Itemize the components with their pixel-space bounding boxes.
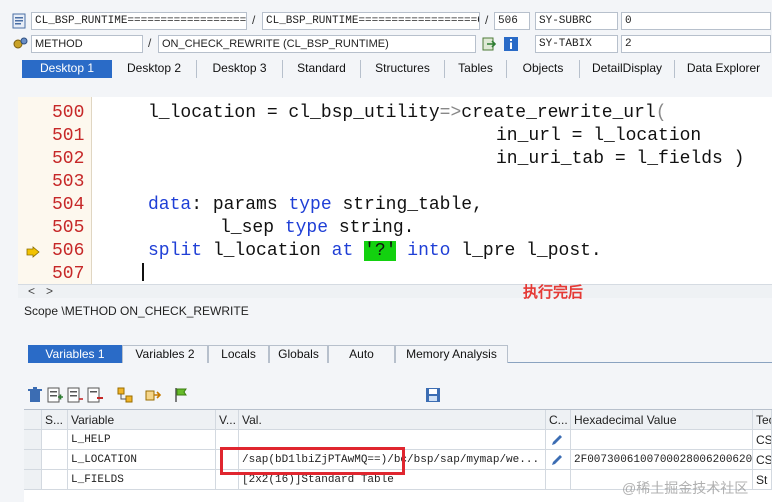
code-line-502: in_uri_tab = l_fields ) bbox=[496, 149, 745, 169]
highlight-box bbox=[220, 447, 405, 475]
tab-data-explorer[interactable]: Data Explorer bbox=[675, 60, 772, 78]
scroll-left-icon[interactable]: < bbox=[28, 284, 35, 298]
tab-tables[interactable]: Tables bbox=[445, 60, 507, 78]
current-line-arrow-icon bbox=[26, 246, 40, 258]
line-number: 507 bbox=[52, 264, 85, 284]
column-header-v[interactable]: V... bbox=[216, 410, 239, 430]
line-number: 501 bbox=[52, 126, 85, 146]
separator-slash: / bbox=[252, 13, 256, 27]
tab-standard[interactable]: Standard bbox=[283, 60, 361, 78]
hex-cell bbox=[571, 430, 753, 450]
row-selector[interactable] bbox=[24, 430, 42, 450]
line-number: 506 bbox=[52, 241, 85, 261]
row-selector[interactable] bbox=[24, 470, 42, 490]
line-number: 505 bbox=[52, 218, 85, 238]
variable-name-cell[interactable]: L_HELP bbox=[68, 430, 216, 450]
line-number: 503 bbox=[52, 172, 85, 192]
variable-name-cell[interactable]: L_LOCATION bbox=[68, 450, 216, 470]
code-line-505: l_sep type string. bbox=[220, 218, 415, 238]
insert-row-icon[interactable] bbox=[46, 386, 64, 404]
type-field[interactable]: METHOD bbox=[31, 35, 143, 53]
row-selector[interactable] bbox=[24, 450, 42, 470]
column-header-status[interactable]: S... bbox=[42, 410, 68, 430]
header-row-method: METHOD / ON_CHECK_REWRITE (CL_BSP_RUNTIM… bbox=[0, 33, 772, 55]
line-number: 504 bbox=[52, 195, 85, 215]
header-row-program: CL_BSP_RUNTIME==================CP / CL_… bbox=[0, 10, 772, 32]
tab-detail-display[interactable]: DetailDisplay bbox=[580, 60, 675, 78]
event-field[interactable]: ON_CHECK_REWRITE (CL_BSP_RUNTIME) bbox=[158, 35, 476, 53]
column-header-technical[interactable]: Tec bbox=[753, 410, 772, 430]
program-field[interactable]: CL_BSP_RUNTIME==================CP bbox=[31, 12, 247, 30]
tab-desktop-1[interactable]: Desktop 1 bbox=[22, 60, 112, 78]
sysvar-value-field[interactable]: 2 bbox=[621, 35, 771, 53]
change-cell[interactable] bbox=[546, 450, 571, 470]
scroll-right-icon[interactable]: > bbox=[46, 284, 53, 298]
navigate-icon[interactable] bbox=[481, 36, 497, 52]
highlighted-string-literal: '?' bbox=[364, 241, 397, 261]
status-cell bbox=[42, 450, 68, 470]
sysvar-name-field[interactable]: SY-SUBRC bbox=[535, 12, 618, 30]
line-number-field[interactable]: 506 bbox=[494, 12, 530, 30]
tab-memory-analysis[interactable]: Memory Analysis bbox=[395, 345, 508, 363]
code-line-501: in_url = l_location bbox=[496, 126, 702, 146]
tab-auto[interactable]: Auto bbox=[328, 345, 395, 363]
append-row-icon[interactable] bbox=[66, 386, 84, 404]
editor-horizontal-scrollbar[interactable]: < > bbox=[18, 284, 772, 298]
technical-cell: CSt bbox=[753, 430, 772, 450]
row-selector-header bbox=[24, 410, 42, 430]
hex-cell: 2F00730061007000280062006200... bbox=[571, 450, 753, 470]
transfer-icon[interactable] bbox=[144, 386, 162, 404]
line-number: 502 bbox=[52, 149, 85, 169]
change-cell bbox=[546, 470, 571, 490]
column-header-value[interactable]: Val. bbox=[239, 410, 546, 430]
edit-pencil-icon[interactable] bbox=[550, 433, 564, 447]
text-cursor bbox=[142, 263, 144, 281]
line-number-gutter: 500 501 502 503 504 505 506 507 bbox=[18, 97, 92, 284]
tab-locals[interactable]: Locals bbox=[208, 345, 269, 363]
sysvar-value-field[interactable]: 0 bbox=[621, 12, 771, 30]
sysvar-name-field[interactable]: SY-TABIX bbox=[535, 35, 618, 53]
flag-icon[interactable] bbox=[172, 386, 190, 404]
tab-variables-1[interactable]: Variables 1 bbox=[28, 345, 122, 363]
desktop-tab-bar: Desktop 1 Desktop 2 Desktop 3 Standard S… bbox=[22, 60, 772, 78]
scope-label: Scope \METHOD ON_CHECK_REWRITE bbox=[24, 304, 249, 318]
annotation-text: 执行完后 bbox=[523, 284, 584, 301]
status-cell bbox=[42, 430, 68, 450]
info-icon[interactable] bbox=[503, 36, 519, 52]
code-line-504: data: params type string_table, bbox=[148, 195, 483, 215]
code-line-506: split l_location at '?' into l_pre l_pos… bbox=[148, 241, 602, 261]
technical-cell: CSt bbox=[753, 450, 772, 470]
tab-desktop-2[interactable]: Desktop 2 bbox=[112, 60, 197, 78]
status-cell bbox=[42, 470, 68, 490]
code-editor[interactable]: 500 501 502 503 504 505 506 507 l_locati… bbox=[18, 97, 772, 284]
column-header-change[interactable]: C... bbox=[546, 410, 571, 430]
watermark-text: @稀土掘金技术社区 bbox=[622, 480, 749, 496]
delete-row-icon[interactable] bbox=[86, 386, 104, 404]
variable-name-cell[interactable]: L_FIELDS bbox=[68, 470, 216, 490]
separator-slash: / bbox=[485, 13, 489, 27]
tab-globals[interactable]: Globals bbox=[269, 345, 328, 363]
tab-desktop-3[interactable]: Desktop 3 bbox=[197, 60, 283, 78]
change-cell[interactable] bbox=[546, 430, 571, 450]
tab-variables-2[interactable]: Variables 2 bbox=[122, 345, 208, 363]
save-icon[interactable] bbox=[424, 386, 442, 404]
variables-tab-bar: Variables 1 Variables 2 Locals Globals A… bbox=[28, 345, 772, 363]
tab-objects[interactable]: Objects bbox=[507, 60, 580, 78]
method-icon bbox=[13, 37, 28, 49]
delete-icon[interactable] bbox=[26, 386, 44, 404]
edit-pencil-icon[interactable] bbox=[550, 453, 564, 467]
program-icon bbox=[12, 13, 26, 29]
tab-structures[interactable]: Structures bbox=[361, 60, 445, 78]
separator-slash: / bbox=[148, 36, 152, 50]
column-header-variable[interactable]: Variable bbox=[68, 410, 216, 430]
technical-cell: St bbox=[753, 470, 772, 490]
tree-expand-icon[interactable] bbox=[116, 386, 134, 404]
line-number: 500 bbox=[52, 103, 85, 123]
include-field[interactable]: CL_BSP_RUNTIME==================CM01H bbox=[262, 12, 480, 30]
column-header-hex[interactable]: Hexadecimal Value bbox=[571, 410, 753, 430]
code-line-500: l_location = cl_bsp_utility=>create_rewr… bbox=[148, 103, 667, 123]
